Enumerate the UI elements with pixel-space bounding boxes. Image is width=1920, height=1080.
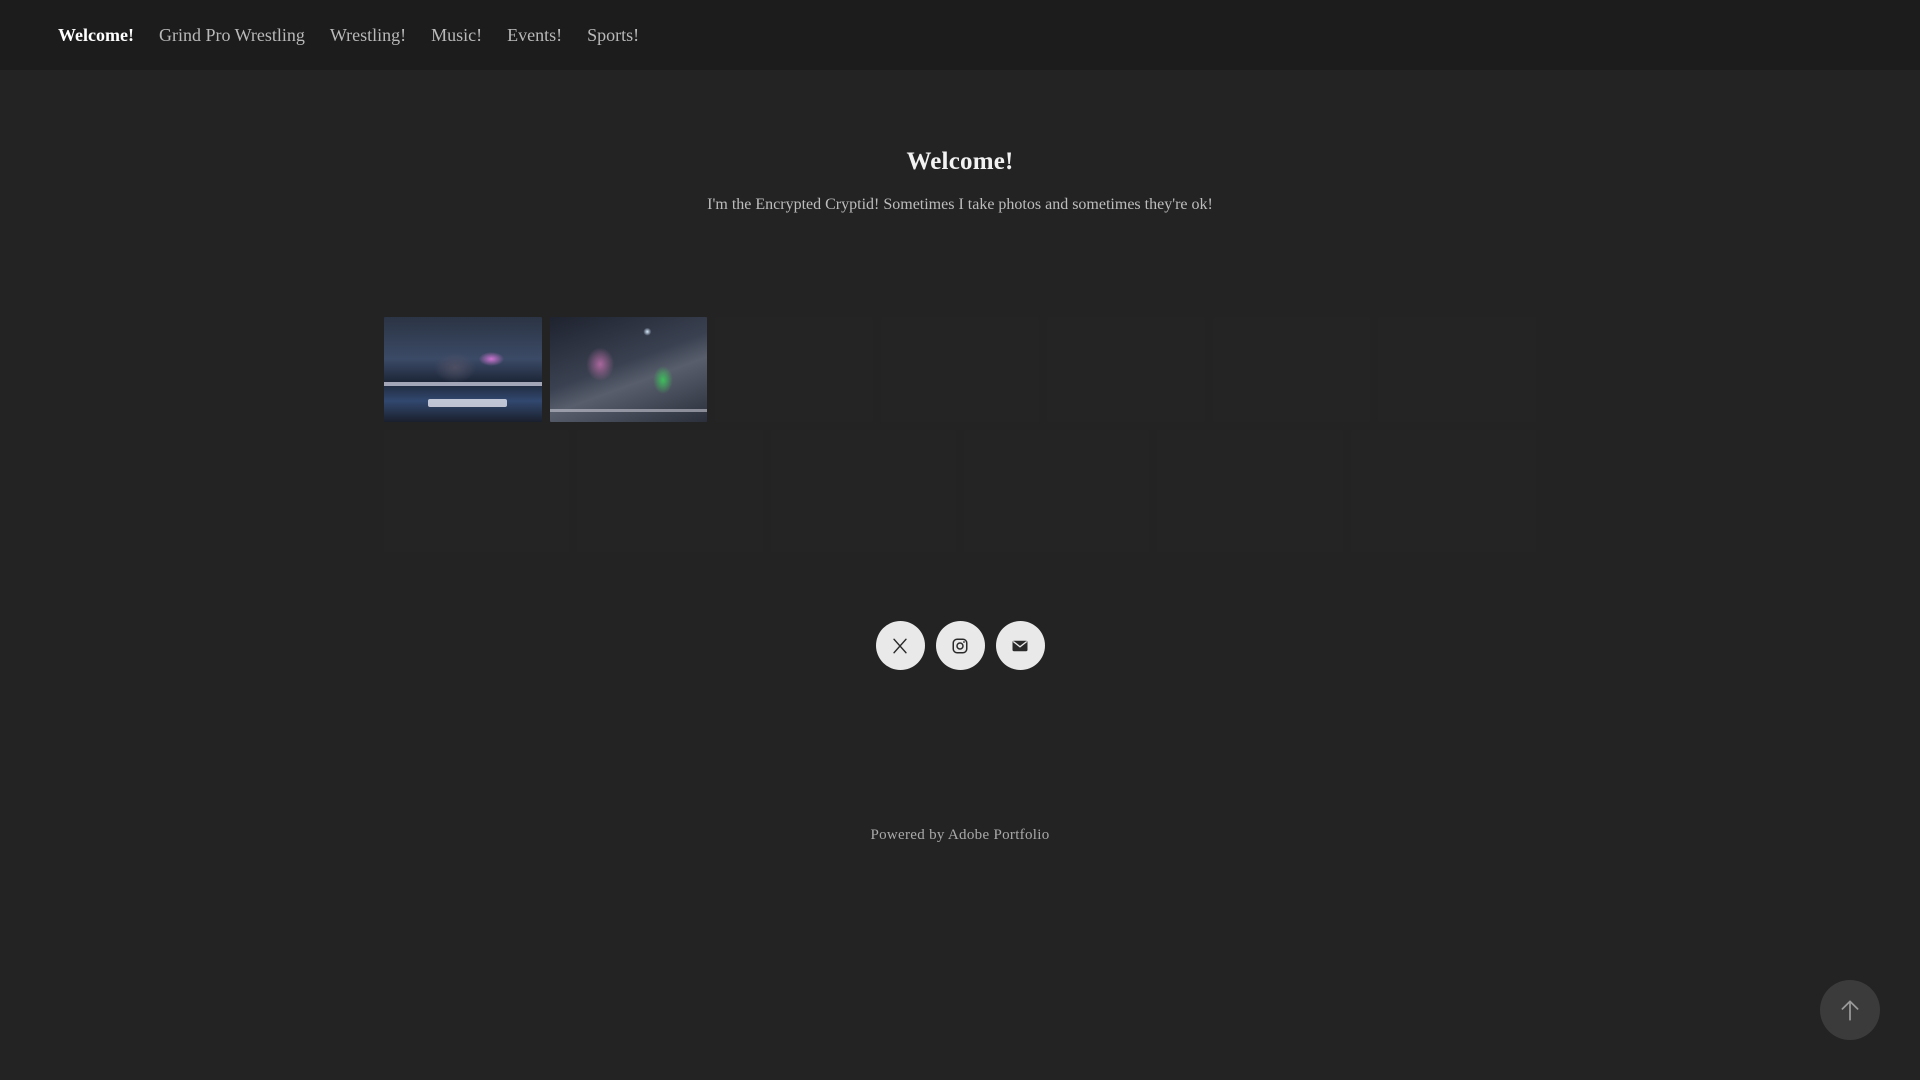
gallery-photo-placeholder[interactable]	[1157, 430, 1343, 552]
instagram-icon	[952, 638, 968, 653]
gallery-row	[384, 317, 1537, 422]
page-title: Welcome!	[906, 148, 1014, 175]
social-links	[0, 621, 1920, 670]
gallery-photo-placeholder[interactable]	[1378, 317, 1537, 422]
gallery-photo-placeholder[interactable]	[715, 317, 874, 422]
nav-item-events[interactable]: Events!	[507, 25, 562, 46]
instagram-link-button[interactable]	[935, 621, 985, 670]
nav-item-music[interactable]: Music!	[431, 25, 482, 46]
gallery-photo-placeholder[interactable]	[1046, 317, 1205, 422]
photo-gallery	[384, 317, 1537, 552]
nav-item-welcome[interactable]: Welcome!	[58, 25, 134, 46]
back-to-top-button[interactable]	[1820, 980, 1880, 1040]
gallery-photo[interactable]	[384, 317, 542, 422]
gallery-photo-placeholder[interactable]	[577, 430, 763, 552]
mail-icon	[1012, 640, 1028, 651]
gallery-row	[384, 430, 1536, 552]
email-link-button[interactable]	[995, 621, 1045, 670]
nav-item-wrestling[interactable]: Wrestling!	[330, 25, 406, 46]
page-subtitle: I'm the Encrypted Cryptid! Sometimes I t…	[707, 196, 1213, 213]
x-link-button[interactable]	[875, 621, 925, 670]
footer: Powered by Adobe Portfolio	[0, 827, 1920, 844]
gallery-photo-placeholder[interactable]	[1212, 317, 1371, 422]
top-navigation: Welcome! Grind Pro Wrestling Wrestling! …	[0, 0, 1920, 70]
gallery-photo-placeholder[interactable]	[1350, 430, 1536, 552]
gallery-photo-placeholder[interactable]	[963, 430, 1150, 552]
nav-item-sports[interactable]: Sports!	[587, 25, 639, 46]
arrow-up-icon	[1841, 1000, 1859, 1021]
x-icon	[893, 638, 907, 653]
gallery-photo[interactable]	[549, 317, 708, 422]
gallery-photo-placeholder[interactable]	[384, 430, 570, 552]
powered-by-link[interactable]: Powered by Adobe Portfolio	[870, 827, 1049, 843]
gallery-photo-placeholder[interactable]	[881, 317, 1039, 422]
gallery-photo-placeholder[interactable]	[770, 430, 956, 552]
nav-item-grind-pro-wrestling[interactable]: Grind Pro Wrestling	[159, 25, 305, 46]
hero-section: Welcome! I'm the Encrypted Cryptid! Some…	[0, 148, 1920, 214]
